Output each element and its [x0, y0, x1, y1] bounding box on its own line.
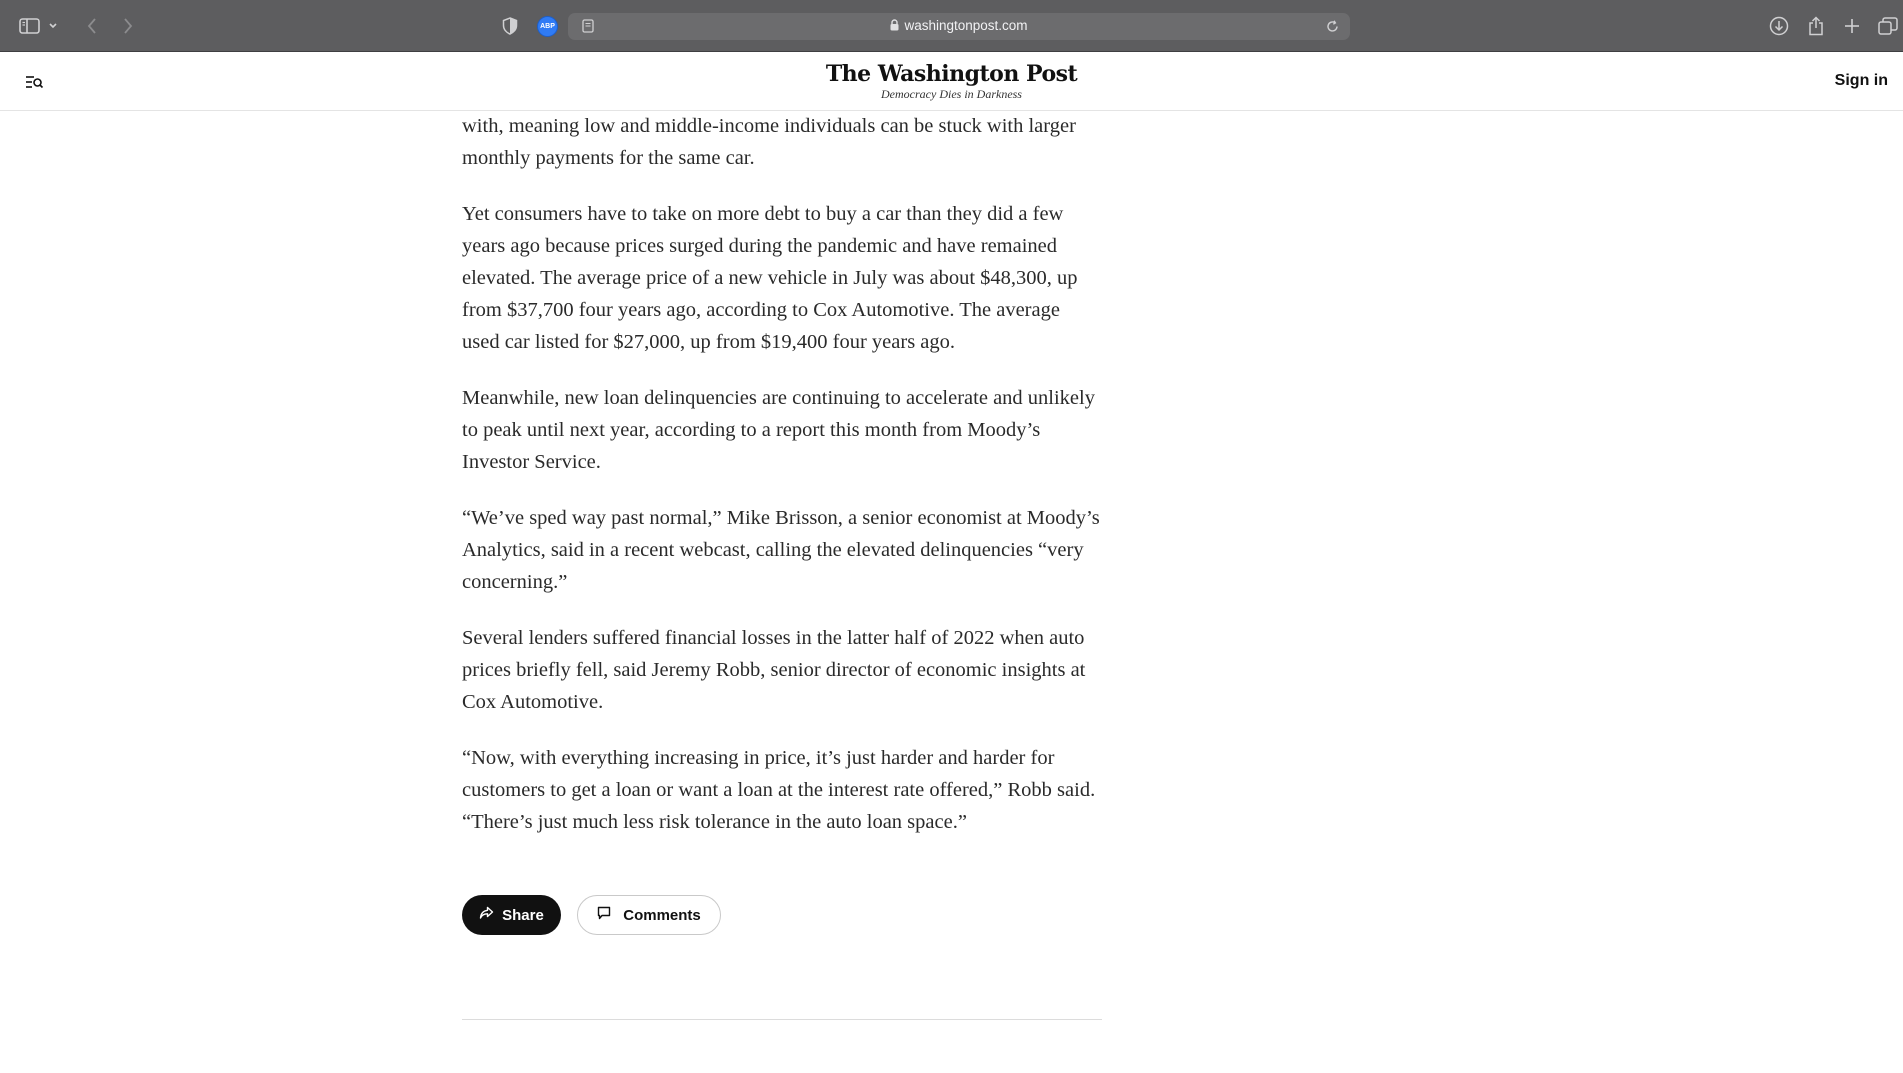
article-paragraph: “We’ve sped way past normal,” Mike Briss… — [462, 507, 1100, 593]
reload-icon[interactable] — [1320, 14, 1344, 38]
article-paragraph: Several lenders suffered financial losse… — [462, 627, 1086, 713]
chevron-down-icon[interactable] — [46, 14, 60, 38]
lock-icon — [890, 19, 899, 34]
section-divider — [462, 1019, 1102, 1020]
sign-in-button[interactable]: Sign in — [1835, 72, 1888, 90]
article-body: with, meaning low and middle-income indi… — [462, 110, 1102, 862]
sidebar-toggle-icon[interactable] — [18, 14, 42, 38]
share-arrow-icon — [479, 906, 494, 924]
article-paragraph: Meanwhile, new loan delinquencies are co… — [462, 387, 1095, 473]
comments-button-label: Comments — [623, 906, 701, 924]
share-icon[interactable] — [1804, 14, 1828, 38]
site-logo[interactable]: The Washington Post — [0, 62, 1903, 86]
url-text: washingtonpost.com — [904, 18, 1028, 33]
article-paragraph: Yet consumers have to take on more debt … — [462, 203, 1078, 353]
comment-bubble-icon — [597, 906, 611, 924]
browser-toolbar: ABP washingtonpost.com — [0, 0, 1903, 52]
share-button[interactable]: Share — [462, 895, 561, 935]
article-paragraph: with, meaning low and middle-income indi… — [462, 115, 1076, 169]
comments-button[interactable]: Comments — [577, 895, 721, 935]
tab-overview-icon[interactable] — [1876, 14, 1900, 38]
site-header: The Washington Post Democracy Dies in Da… — [0, 52, 1903, 111]
article-paragraph: “Now, with everything increasing in pric… — [462, 747, 1096, 833]
share-button-label: Share — [502, 906, 544, 924]
masthead[interactable]: The Washington Post Democracy Dies in Da… — [0, 62, 1903, 101]
adblock-extension-icon[interactable]: ABP — [537, 16, 558, 37]
site-tagline: Democracy Dies in Darkness — [881, 87, 1022, 101]
forward-icon[interactable] — [116, 14, 140, 38]
privacy-shield-icon[interactable] — [498, 14, 522, 38]
back-icon[interactable] — [80, 14, 104, 38]
new-tab-icon[interactable] — [1840, 14, 1864, 38]
downloads-icon[interactable] — [1767, 14, 1791, 38]
url-display: washingtonpost.com — [568, 18, 1350, 34]
address-bar[interactable]: washingtonpost.com — [568, 13, 1350, 40]
